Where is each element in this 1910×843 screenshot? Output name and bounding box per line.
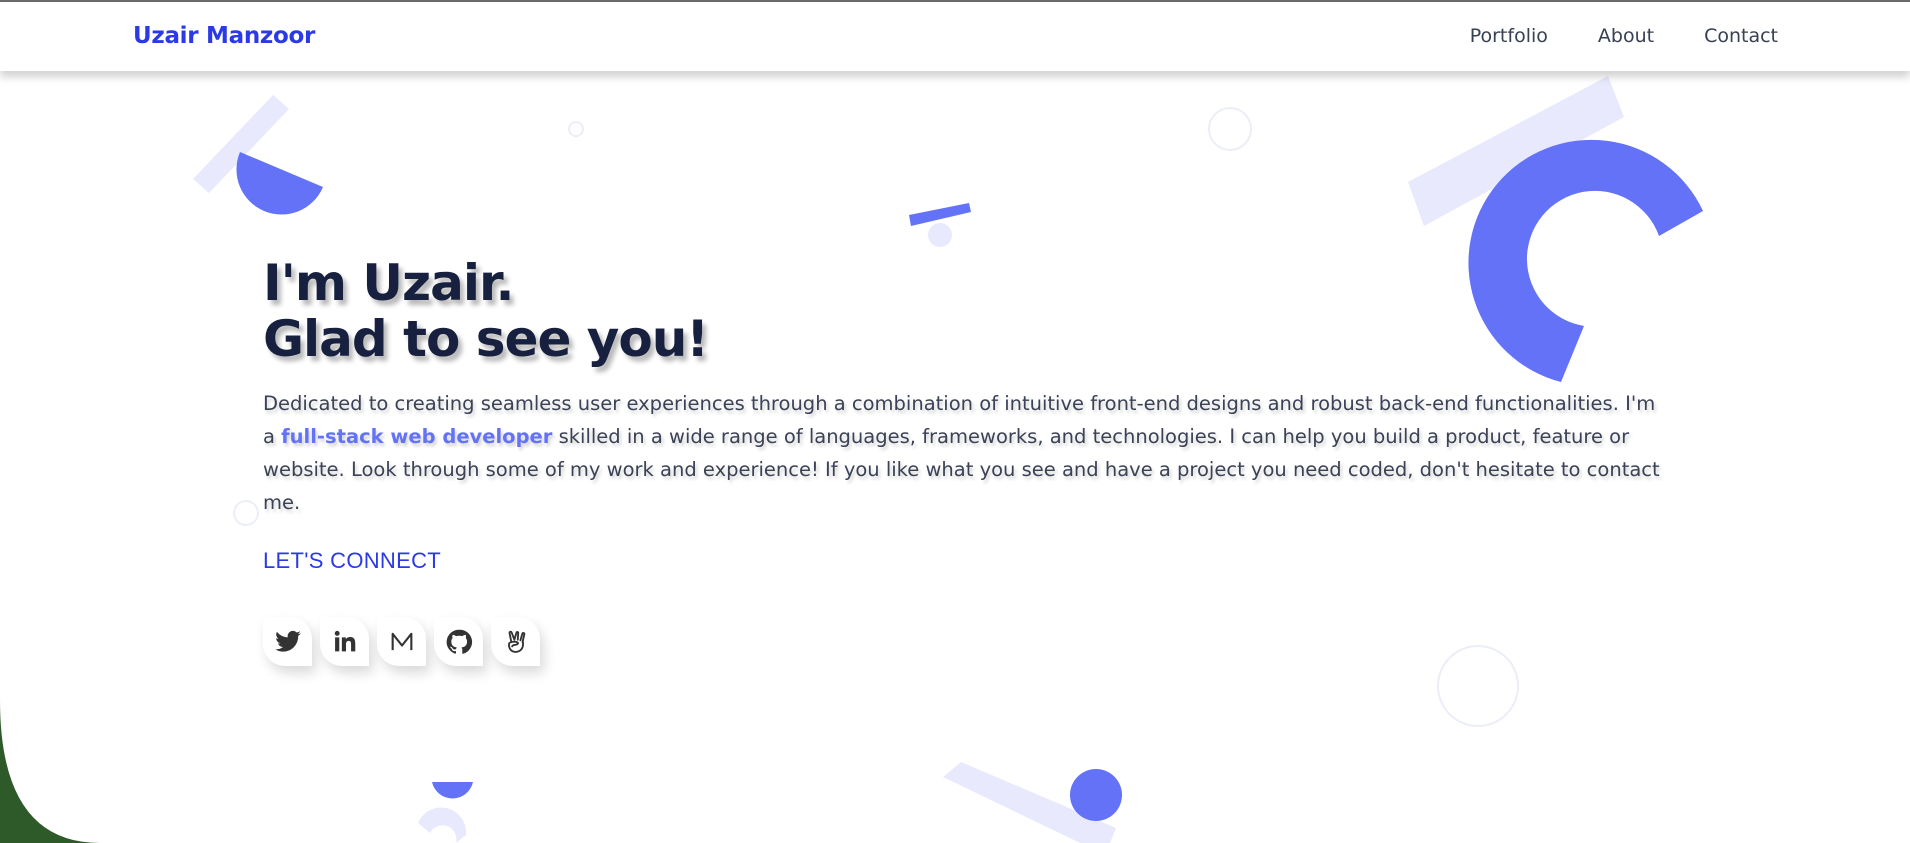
corner-decoration <box>0 700 100 843</box>
role-highlight: full-stack web developer <box>281 425 553 448</box>
angellist-icon <box>507 630 525 653</box>
hero-section: I'm Uzair. Glad to see you! Dedicated to… <box>263 255 1663 519</box>
social-links <box>263 617 540 666</box>
brand-logo[interactable]: Uzair Manzoor <box>133 23 315 49</box>
headline-line-1: I'm Uzair. <box>263 254 515 312</box>
medium-icon <box>391 632 412 650</box>
twitter-icon <box>274 630 301 652</box>
github-button[interactable] <box>434 617 483 666</box>
navbar: Uzair Manzoor Portfolio About Contact <box>0 2 1910 71</box>
angellist-button[interactable] <box>491 617 540 666</box>
medium-button[interactable] <box>377 617 426 666</box>
lets-connect-link[interactable]: LET'S CONNECT <box>263 548 441 574</box>
nav-link-portfolio[interactable]: Portfolio <box>1470 25 1548 47</box>
nav-links: Portfolio About Contact <box>1470 25 1778 47</box>
twitter-button[interactable] <box>263 617 312 666</box>
linkedin-button[interactable] <box>320 617 369 666</box>
hero-headline: I'm Uzair. Glad to see you! <box>263 255 1663 367</box>
hero-intro: Dedicated to creating seamless user expe… <box>263 387 1663 519</box>
nav-link-about[interactable]: About <box>1598 25 1654 47</box>
nav-link-contact[interactable]: Contact <box>1704 25 1778 47</box>
headline-line-2: Glad to see you! <box>263 310 709 368</box>
linkedin-icon <box>334 630 355 651</box>
github-icon <box>446 629 472 654</box>
